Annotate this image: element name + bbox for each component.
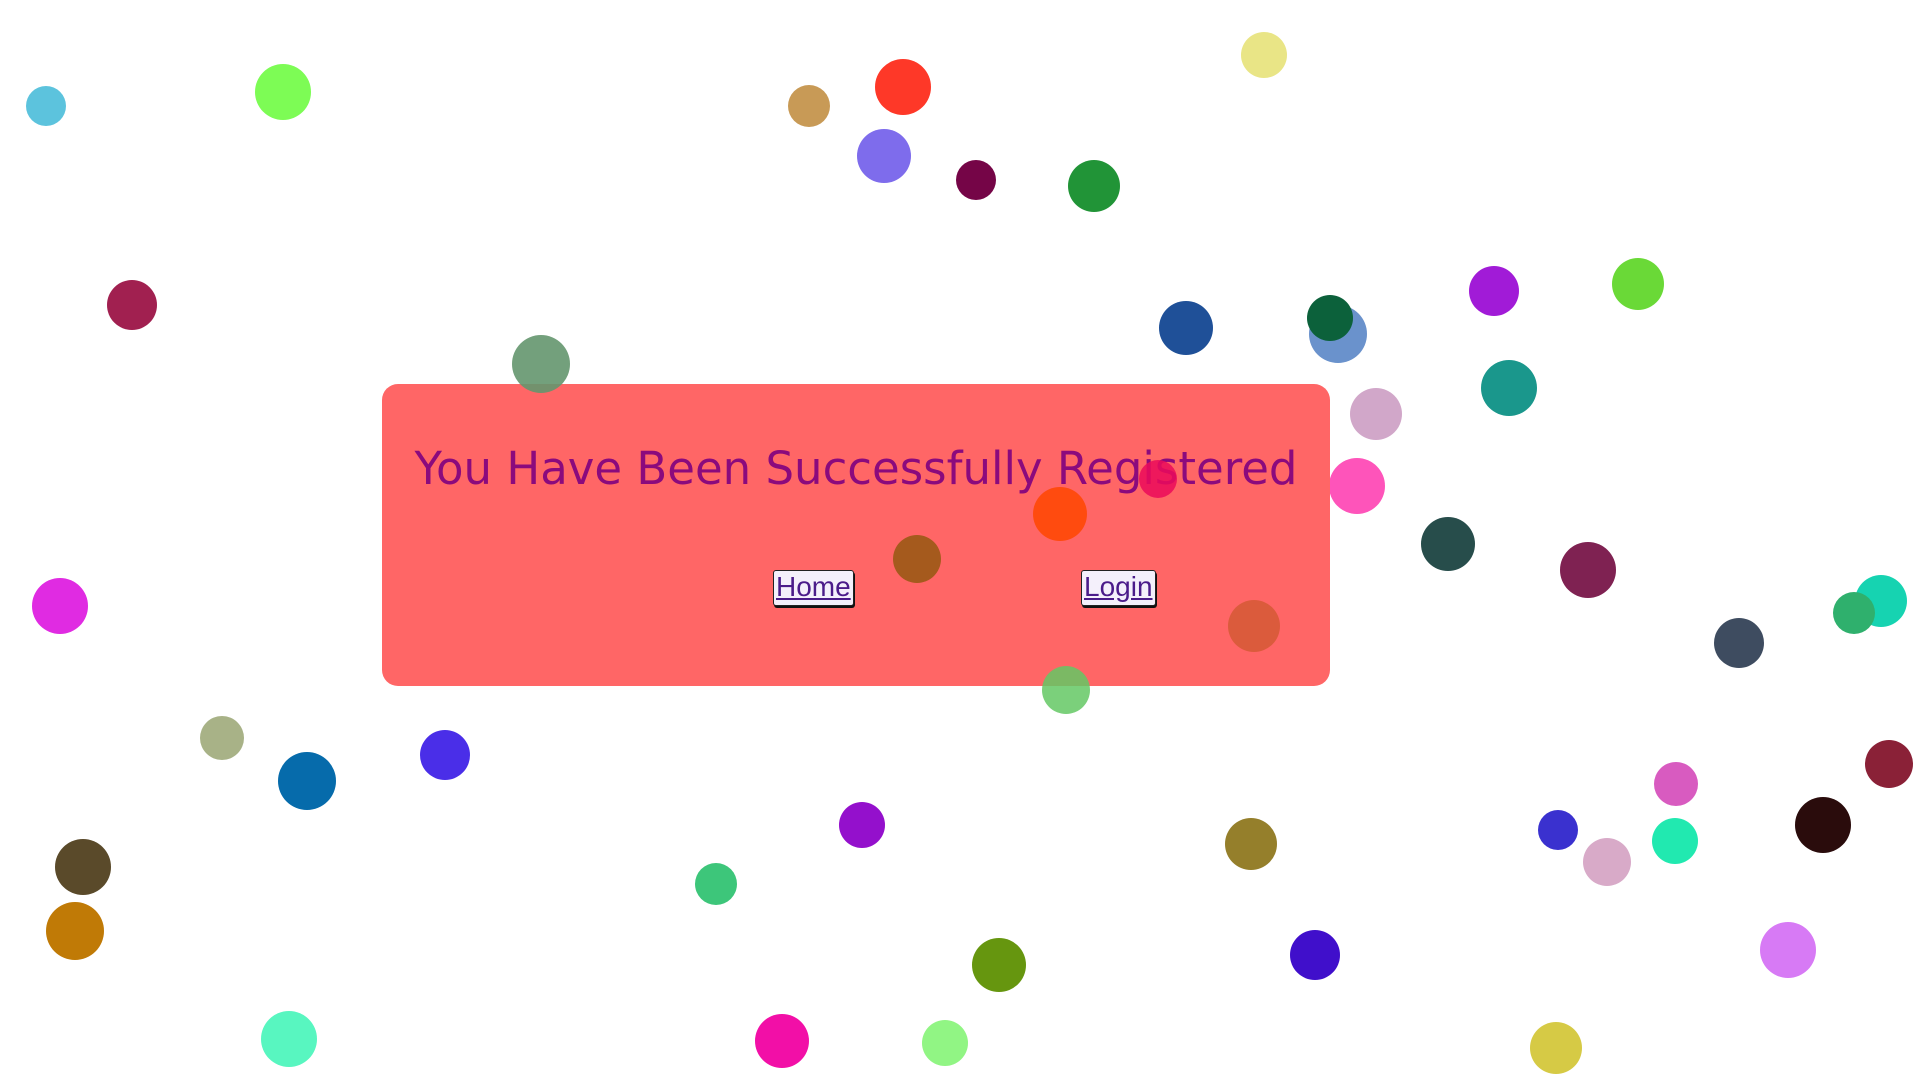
confetti-dot [1307, 295, 1353, 341]
confetti-dot [1225, 818, 1277, 870]
confetti-dot [1228, 600, 1280, 652]
confetti-dot [1654, 762, 1698, 806]
confetti-dot [46, 902, 104, 960]
confetti-dot [255, 64, 311, 120]
confetti-dot [32, 578, 88, 634]
confetti-dot [755, 1014, 809, 1068]
confetti-dot [695, 863, 737, 905]
confetti-dot [922, 1020, 968, 1066]
confetti-dot [1652, 818, 1698, 864]
confetti-dot [1612, 258, 1664, 310]
confetti-dot [512, 335, 570, 393]
confetti-dot [1329, 458, 1385, 514]
confetti-dot [857, 129, 911, 183]
confetti-dot [1042, 666, 1090, 714]
page-stage: You Have Been Successfully Registered Ho… [0, 0, 1920, 1080]
confetti-dot [1714, 618, 1764, 668]
confetti-dot [200, 716, 244, 760]
registration-success-card: You Have Been Successfully Registered Ho… [382, 384, 1330, 686]
confetti-dot [1241, 32, 1287, 78]
confetti-dot [26, 86, 66, 126]
confetti-dot [1033, 487, 1087, 541]
page-title: You Have Been Successfully Registered [414, 442, 1298, 495]
confetti-dot [1583, 838, 1631, 886]
confetti-dot [1833, 592, 1875, 634]
confetti-dot [1795, 797, 1851, 853]
confetti-dot [1350, 388, 1402, 440]
confetti-dot [1760, 922, 1816, 978]
confetti-dot [893, 535, 941, 583]
login-link[interactable]: Login [1081, 570, 1156, 606]
confetti-dot [55, 839, 111, 895]
confetti-dot [1560, 542, 1616, 598]
confetti-dot [1421, 517, 1475, 571]
confetti-dot [107, 280, 157, 330]
confetti-dot [956, 160, 996, 200]
confetti-dot [1290, 930, 1340, 980]
confetti-dot [1538, 810, 1578, 850]
confetti-dot [1139, 460, 1177, 498]
confetti-dot [1068, 160, 1120, 212]
confetti-dot [1159, 301, 1213, 355]
home-link[interactable]: Home [773, 570, 854, 606]
confetti-dot [972, 938, 1026, 992]
confetti-dot [1530, 1022, 1582, 1074]
confetti-dot [839, 802, 885, 848]
confetti-dot [420, 730, 470, 780]
confetti-dot [278, 752, 336, 810]
confetti-dot [1469, 266, 1519, 316]
confetti-dot [1865, 740, 1913, 788]
confetti-dot [875, 59, 931, 115]
confetti-dot [261, 1011, 317, 1067]
confetti-dot [788, 85, 830, 127]
confetti-dot [1481, 360, 1537, 416]
